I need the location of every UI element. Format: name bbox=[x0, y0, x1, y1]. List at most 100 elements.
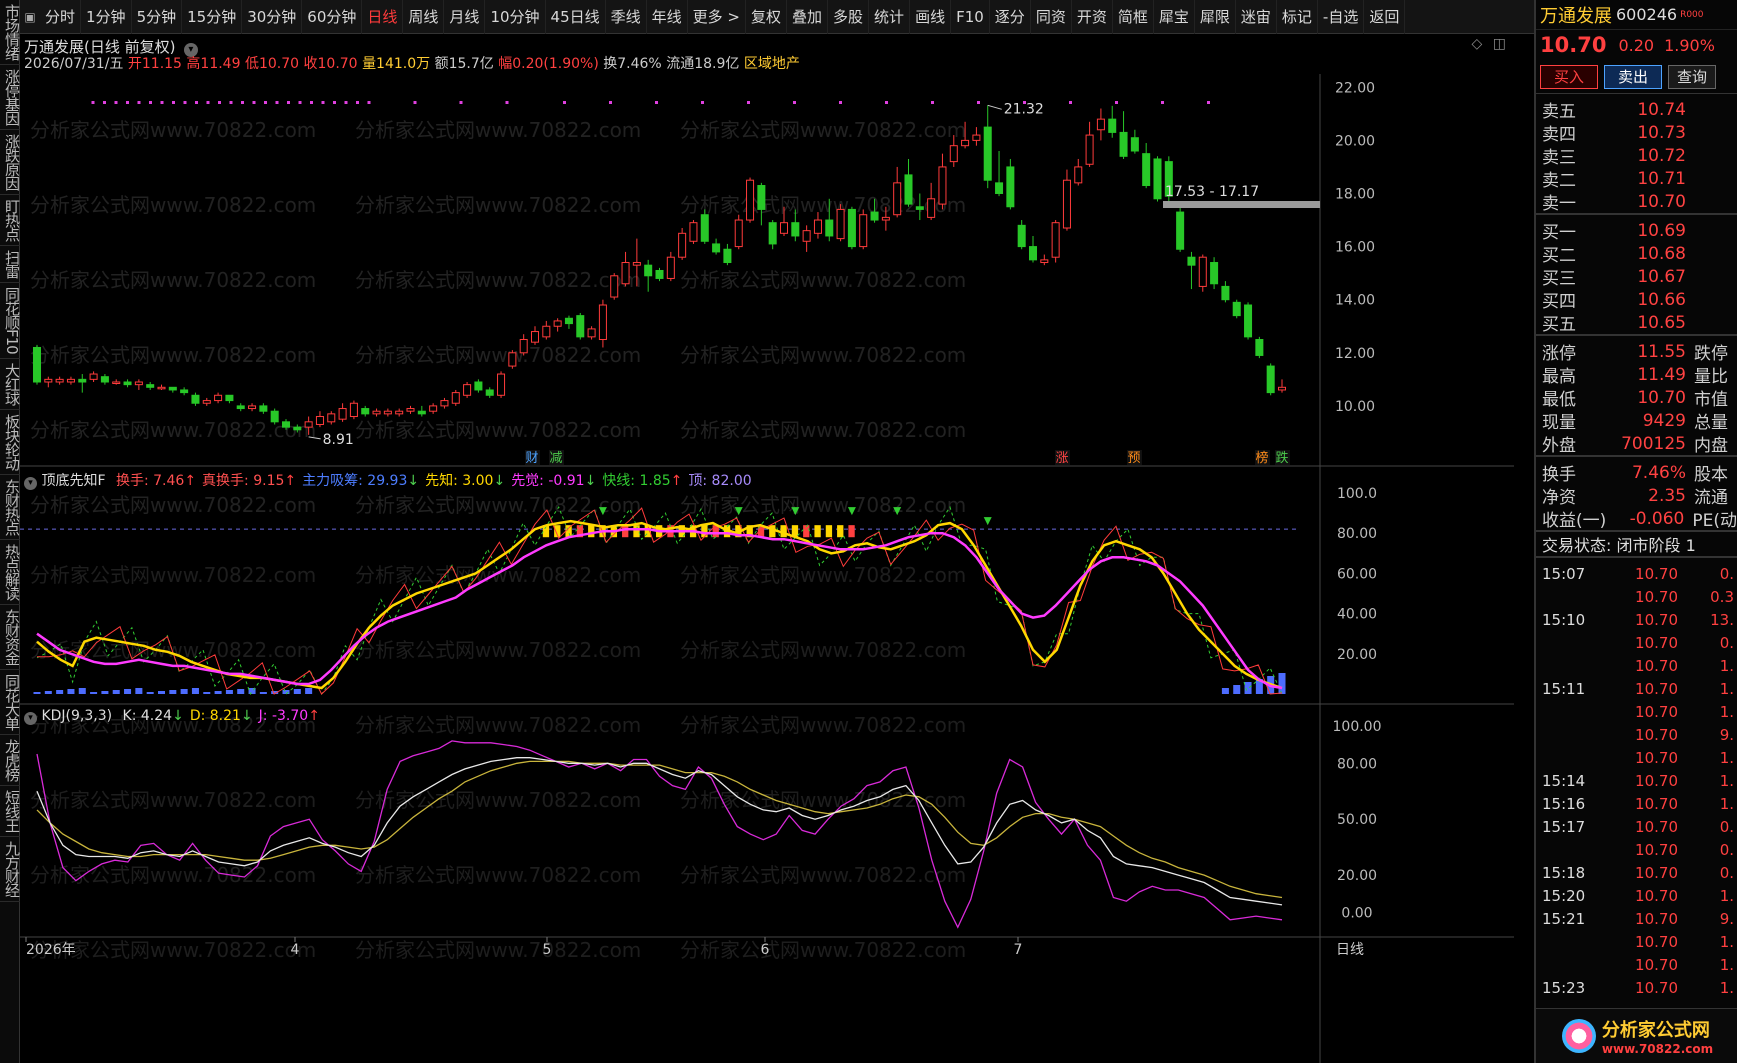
candle-body bbox=[474, 381, 483, 391]
sidebar-item[interactable]: 龙虎榜 bbox=[0, 735, 21, 786]
toolbar-button[interactable]: 返回 bbox=[1364, 0, 1406, 34]
stock-name: 万通发展 bbox=[1540, 5, 1612, 27]
tick-time: 15:16 bbox=[1542, 794, 1586, 813]
candle-body bbox=[485, 389, 494, 396]
sidebar-item[interactable]: 热点解读 bbox=[0, 540, 21, 605]
toolbar-button[interactable]: 60分钟 bbox=[302, 0, 363, 34]
candle-body bbox=[542, 325, 551, 338]
sidebar-item[interactable]: 盯热点 bbox=[0, 195, 21, 246]
candle-body bbox=[112, 381, 121, 384]
query-button[interactable]: 查询 bbox=[1668, 64, 1716, 89]
toolbar-button[interactable]: 统计 bbox=[869, 0, 911, 34]
candle-body bbox=[746, 179, 755, 221]
param-arrow: ↑ bbox=[670, 473, 683, 489]
toolbar-button[interactable]: 月线 bbox=[444, 0, 486, 34]
xianzhi-line bbox=[36, 519, 1283, 690]
toolbar-button[interactable]: 更多 > bbox=[688, 0, 746, 34]
toolbar-button[interactable]: 开资 bbox=[1072, 0, 1113, 34]
accumulation-bar bbox=[124, 689, 132, 694]
toolbar-button[interactable]: 犀宝 bbox=[1154, 0, 1195, 34]
indicator1-close-icon[interactable]: ▾ bbox=[24, 477, 37, 490]
row-value: 7.46% bbox=[1631, 462, 1686, 483]
candle-body bbox=[293, 426, 302, 431]
sidebar-item[interactable]: 大红球 bbox=[0, 359, 21, 410]
tick-price: 10.70 bbox=[1635, 564, 1678, 583]
param-arrow: ↑ bbox=[284, 473, 297, 489]
toolbar-button[interactable]: 标记 bbox=[1277, 0, 1318, 34]
buy-button[interactable]: 买入 bbox=[1540, 64, 1598, 89]
toolbar-button[interactable]: 30分钟 bbox=[242, 0, 303, 34]
accumulation-bar bbox=[214, 691, 222, 694]
toolbar-button[interactable]: 逐分 bbox=[990, 0, 1031, 34]
toolbar-button[interactable]: 季线 bbox=[606, 0, 647, 34]
candle-body bbox=[1051, 222, 1060, 258]
signal-dot bbox=[275, 101, 279, 104]
toolbar-button[interactable]: 复权 bbox=[746, 0, 788, 34]
toolbar-button[interactable]: F10 bbox=[951, 0, 990, 34]
candle-body bbox=[587, 328, 596, 338]
indicator1-axis-label: 100.0 bbox=[1337, 486, 1377, 502]
toolbar-button[interactable]: 1分钟 bbox=[81, 0, 132, 34]
sidebar-item[interactable]: 同花大单 bbox=[0, 670, 21, 735]
row-value: 2.35 bbox=[1648, 485, 1686, 506]
quote-row: 卖一 10.70 bbox=[1536, 190, 1737, 215]
watermark-text: 分析家公式网www.70822.com bbox=[30, 863, 316, 887]
main-chart-svg[interactable]: 分析家公式网www.70822.com 分析家公式网www.70822.com 分析… bbox=[20, 34, 1514, 1063]
sidebar-item[interactable]: 东财热点 bbox=[0, 475, 21, 540]
toolbar-button[interactable]: 周线 bbox=[403, 0, 445, 34]
sidebar-item[interactable]: 涨停基因 bbox=[0, 65, 21, 130]
toolbar-button[interactable]: 多股 bbox=[828, 0, 870, 34]
candle-body bbox=[881, 216, 890, 221]
toolbar-button[interactable]: 分时 bbox=[40, 0, 82, 34]
toolbar-button[interactable]: 叠加 bbox=[787, 0, 829, 34]
candle-body bbox=[214, 394, 223, 402]
candle-body bbox=[519, 339, 528, 354]
row-label: 收益(一) bbox=[1542, 511, 1607, 531]
candle-body bbox=[327, 413, 336, 423]
indicator2-close-icon[interactable]: ▾ bbox=[24, 712, 37, 725]
candle-body bbox=[972, 134, 981, 141]
accumulation-bar bbox=[180, 689, 188, 694]
chart-area[interactable]: 万通发展(日线 前复权) ▾ ◇ ◫ 2026/07/31/五 开11.15 高… bbox=[20, 34, 1514, 1063]
toolbar-button[interactable]: 日线 bbox=[362, 0, 404, 34]
sidebar-item[interactable]: 同花顺F10 bbox=[0, 283, 21, 359]
candle-body bbox=[1142, 153, 1151, 187]
toolbar-button[interactable]: 犀限 bbox=[1195, 0, 1236, 34]
toolbar-button[interactable]: 15分钟 bbox=[182, 0, 243, 34]
toolbar-button[interactable]: 画线 bbox=[910, 0, 952, 34]
row-value: 11.49 bbox=[1637, 364, 1686, 385]
toolbar-button[interactable]: 5分钟 bbox=[132, 0, 183, 34]
toolbar-button[interactable]: 年线 bbox=[647, 0, 688, 34]
signal-dot bbox=[195, 101, 198, 104]
price-axis-label: 16.00 bbox=[1335, 240, 1375, 256]
watermark-text: 分析家公式网www.70822.com bbox=[355, 863, 641, 887]
sidebar-item[interactable]: 涨跌原因 bbox=[0, 130, 21, 195]
tick-price: 10.70 bbox=[1635, 817, 1678, 836]
date-label: 5 bbox=[543, 942, 552, 958]
candle-body bbox=[757, 185, 766, 210]
sidebar-item[interactable]: 短线王 bbox=[0, 786, 21, 837]
toolbar-button[interactable]: 10分钟 bbox=[485, 0, 546, 34]
accumulation-bar bbox=[157, 691, 166, 694]
sell-button[interactable]: 卖出 bbox=[1604, 64, 1662, 89]
sidebar-item[interactable]: 扫雷 bbox=[0, 246, 21, 283]
down-triangle-icon bbox=[983, 517, 992, 526]
indicator-param: D: 8.21↓ bbox=[190, 708, 253, 724]
toolbar-button[interactable]: 45日线 bbox=[546, 0, 606, 34]
toolbar-menu-icon[interactable]: ▣ bbox=[20, 10, 40, 24]
stock-tag: R000 bbox=[1680, 9, 1704, 20]
toolbar-button[interactable]: 同资 bbox=[1031, 0, 1072, 34]
toolbar-button[interactable]: 迷宙 bbox=[1236, 0, 1277, 34]
sidebar-item[interactable]: 东财资金 bbox=[0, 605, 21, 670]
accumulation-bar bbox=[169, 690, 177, 694]
row-label: 卖四 bbox=[1542, 125, 1576, 145]
tick-volume: 1. bbox=[1719, 955, 1734, 974]
toolbar-button[interactable]: -自选 bbox=[1318, 0, 1365, 34]
sidebar-item[interactable]: 市场情绪 bbox=[0, 0, 21, 65]
toolbar-button[interactable]: 简框 bbox=[1113, 0, 1154, 34]
sidebar-item[interactable]: 板块轮动 bbox=[0, 410, 21, 475]
sidebar-item[interactable]: 九方财经 bbox=[0, 837, 21, 902]
signal-dot bbox=[1069, 101, 1072, 104]
accumulation-bar bbox=[259, 692, 267, 694]
tick-list[interactable]: 15:07 10.70 0. 10.70 0.3 15:10 10.70 13. 10.70 0.… bbox=[1536, 558, 1737, 999]
